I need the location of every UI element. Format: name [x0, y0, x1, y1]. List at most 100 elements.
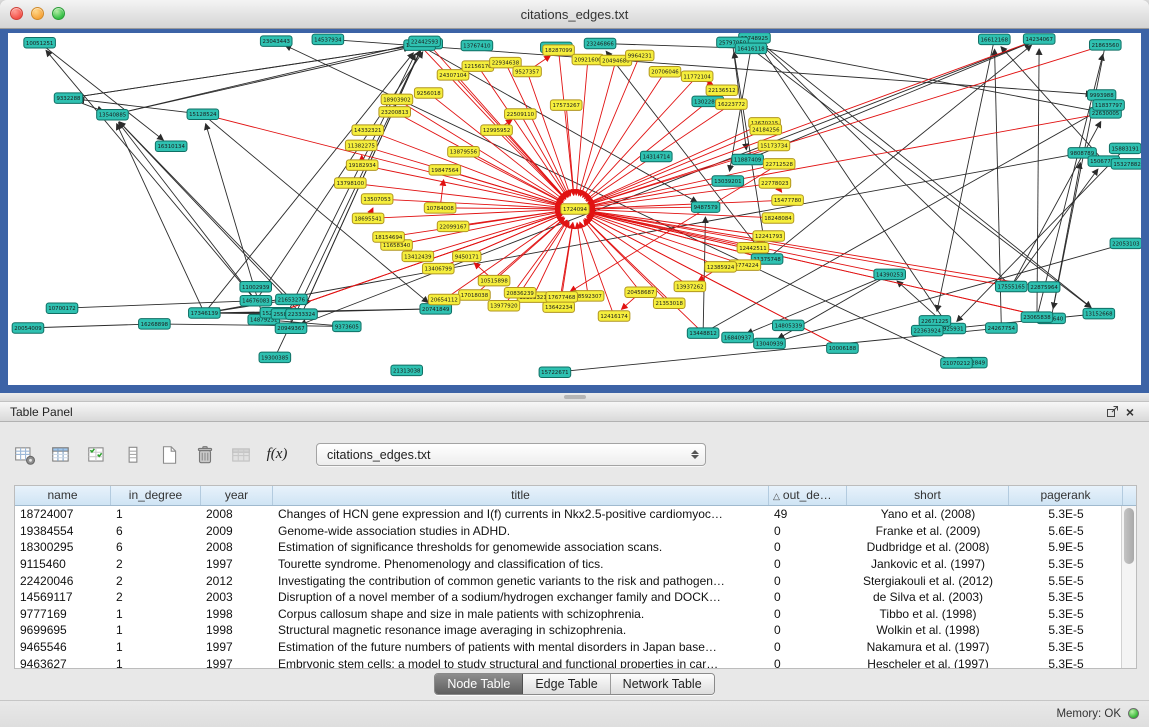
graph-node[interactable]: 10784008: [424, 203, 456, 214]
graph-node[interactable]: 10515898: [478, 275, 510, 286]
graph-edge[interactable]: [1011, 122, 1100, 287]
cell-name[interactable]: 9699695: [15, 622, 111, 639]
graph-node[interactable]: 22333324: [286, 309, 318, 320]
cell-name[interactable]: 18300295: [15, 539, 111, 556]
cell-year[interactable]: 2008: [201, 539, 273, 556]
graph-edge[interactable]: [747, 274, 890, 333]
graph-edge[interactable]: [584, 76, 697, 198]
cell-out_degree[interactable]: 0: [769, 656, 847, 669]
cell-year[interactable]: 2009: [201, 523, 273, 540]
cell-pagerank[interactable]: 5.5E-5: [1009, 573, 1123, 590]
table-row[interactable]: 1456911722003Disruption of a novel membe…: [15, 589, 1136, 606]
tab-edge-table[interactable]: Edge Table: [523, 674, 610, 694]
graph-node[interactable]: 17555165: [995, 281, 1027, 292]
graph-node[interactable]: 10006188: [827, 343, 859, 354]
graph-edge[interactable]: [440, 208, 561, 209]
graph-edge[interactable]: [589, 211, 1044, 287]
graph-node[interactable]: 9964231: [626, 50, 654, 61]
cell-in_degree[interactable]: 1: [111, 606, 201, 623]
cell-short[interactable]: Wolkin et al. (1998): [847, 622, 1009, 639]
graph-node[interactable]: 22671225: [919, 316, 951, 327]
cell-title[interactable]: Corpus callosum shape and size in male p…: [273, 606, 769, 623]
graph-node[interactable]: 19182934: [346, 160, 378, 171]
cell-short[interactable]: Stergiakouli et al. (2012): [847, 573, 1009, 590]
cell-pagerank[interactable]: 5.3E-5: [1009, 506, 1123, 523]
graph-node[interactable]: 12995952: [481, 125, 513, 135]
cell-name[interactable]: 9115460: [15, 556, 111, 573]
cell-pagerank[interactable]: 5.3E-5: [1009, 556, 1123, 573]
graph-node[interactable]: 9332288: [54, 93, 82, 104]
cell-pagerank[interactable]: 5.9E-5: [1009, 539, 1123, 556]
graph-node[interactable]: 23043443: [260, 36, 292, 47]
graph-node[interactable]: 20949367: [275, 323, 307, 334]
cell-out_degree[interactable]: 49: [769, 506, 847, 523]
cell-out_degree[interactable]: 0: [769, 639, 847, 656]
column-header-pagerank[interactable]: pagerank: [1009, 486, 1123, 505]
cell-in_degree[interactable]: 1: [111, 656, 201, 669]
graph-node[interactable]: 15128524: [187, 109, 219, 120]
graph-node[interactable]: 13039201: [712, 176, 744, 187]
cell-out_degree[interactable]: 0: [769, 523, 847, 540]
graph-node[interactable]: 16612168: [979, 34, 1011, 45]
cell-short[interactable]: Yano et al. (2008): [847, 506, 1009, 523]
graph-edge[interactable]: [589, 183, 775, 207]
graph-node[interactable]: 15722671: [539, 367, 571, 378]
import-table-button[interactable]: [228, 442, 254, 468]
graph-node[interactable]: 13798100: [335, 178, 367, 189]
graph-node[interactable]: 17346139: [189, 308, 221, 319]
graph-edge[interactable]: [112, 44, 414, 115]
cell-short[interactable]: Franke et al. (2009): [847, 523, 1009, 540]
column-select-button[interactable]: [84, 442, 110, 468]
graph-node[interactable]: 13040939: [754, 338, 786, 349]
graph-node[interactable]: 20836239: [504, 288, 536, 299]
cell-year[interactable]: 1998: [201, 622, 273, 639]
graph-node[interactable]: 18248084: [762, 213, 794, 224]
cell-title[interactable]: Estimation of the future numbers of pati…: [273, 639, 769, 656]
graph-node[interactable]: 13540885: [97, 109, 129, 120]
graph-node[interactable]: 15173734: [758, 140, 790, 151]
graph-node[interactable]: 21313038: [391, 365, 423, 376]
cell-in_degree[interactable]: 2: [111, 589, 201, 606]
graph-node[interactable]: 9373605: [333, 321, 361, 332]
graph-node[interactable]: 22442593: [409, 36, 441, 47]
graph-node[interactable]: 18695541: [352, 213, 384, 224]
graph-edge[interactable]: [527, 71, 570, 195]
graph-node[interactable]: 14805339: [772, 320, 804, 331]
graph-edge[interactable]: [38, 324, 154, 328]
graph-node[interactable]: 16310134: [155, 141, 187, 152]
graph-node[interactable]: 22509110: [505, 109, 537, 120]
graph-node[interactable]: 15327882: [1111, 159, 1141, 170]
panel-splitter[interactable]: [0, 393, 1149, 401]
cell-pagerank[interactable]: 5.3E-5: [1009, 656, 1123, 669]
graph-node[interactable]: 17573267: [550, 100, 582, 111]
graph-node[interactable]: 22712528: [763, 159, 795, 170]
cell-name[interactable]: 14569117: [15, 589, 111, 606]
cell-in_degree[interactable]: 2: [111, 573, 201, 590]
graph-node[interactable]: 14332321: [352, 125, 384, 136]
table-row[interactable]: 1872400712008Changes of HCN gene express…: [15, 506, 1136, 523]
table-row[interactable]: 2242004622012Investigating the contribut…: [15, 573, 1136, 590]
close-window-button[interactable]: [10, 7, 23, 20]
graph-node[interactable]: 12416174: [598, 311, 630, 322]
table-selector[interactable]: citations_edges.txt: [316, 443, 706, 466]
column-header-title[interactable]: title: [273, 486, 769, 505]
graph-node[interactable]: 22875964: [1028, 282, 1060, 293]
graph-node[interactable]: 17677468: [546, 292, 578, 303]
cell-name[interactable]: 19384554: [15, 523, 111, 540]
cell-year[interactable]: 1997: [201, 556, 273, 573]
graph-node[interactable]: 13767410: [461, 40, 493, 51]
graph-node[interactable]: 23200813: [379, 107, 411, 118]
graph-edge[interactable]: [117, 124, 205, 313]
column-header-year[interactable]: year: [201, 486, 273, 505]
minimize-window-button[interactable]: [31, 7, 44, 20]
graph-node[interactable]: 12241793: [753, 231, 785, 242]
cell-pagerank[interactable]: 5.3E-5: [1009, 639, 1123, 656]
table-row[interactable]: 977716911998Corpus callosum shape and si…: [15, 606, 1136, 623]
cell-in_degree[interactable]: 6: [111, 539, 201, 556]
graph-node[interactable]: 16268898: [139, 319, 171, 330]
cell-name[interactable]: 18724007: [15, 506, 111, 523]
graph-edge[interactable]: [62, 301, 246, 308]
graph-node[interactable]: 12156170: [462, 61, 494, 72]
cell-out_degree[interactable]: 0: [769, 573, 847, 590]
function-builder-button[interactable]: f(x): [264, 442, 290, 468]
